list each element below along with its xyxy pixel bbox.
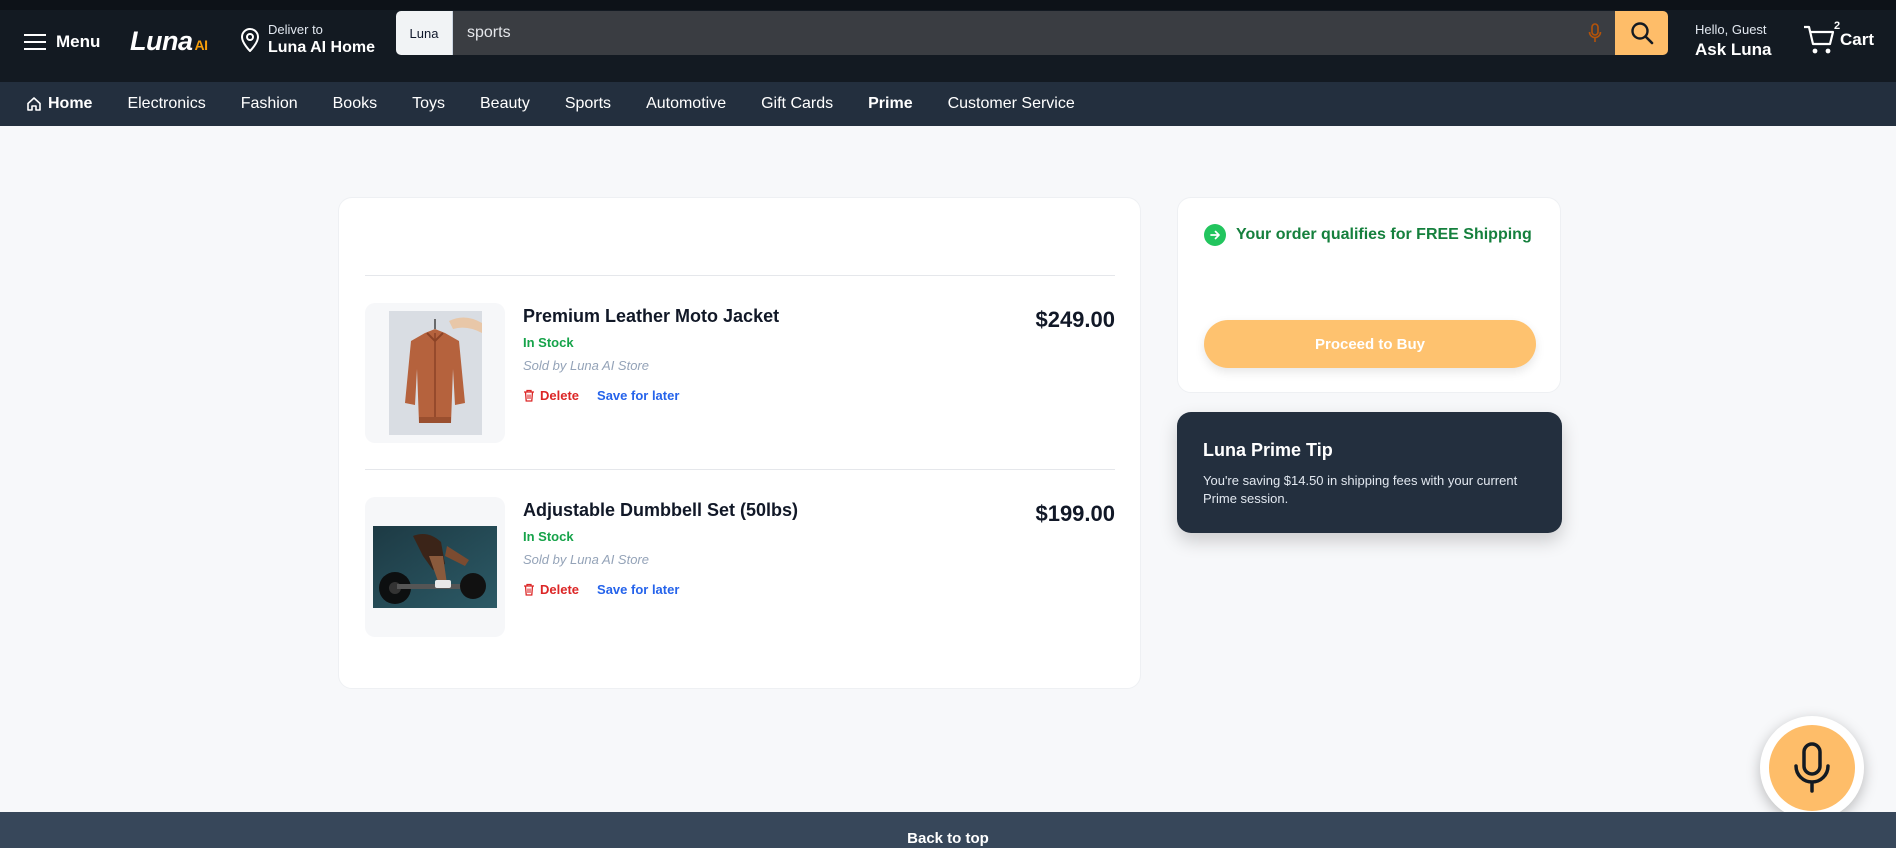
deliver-location: Luna AI Home <box>268 39 375 56</box>
deliver-to[interactable]: Deliver to Luna AI Home <box>240 22 375 57</box>
item-title[interactable]: Premium Leather Moto Jacket <box>523 306 779 327</box>
menu-label: Menu <box>56 32 101 51</box>
logo-suffix: AI <box>194 37 209 53</box>
item-price: $199.00 <box>1035 501 1115 526</box>
cart-label: Cart <box>1840 30 1875 49</box>
item-title[interactable]: Adjustable Dumbbell Set (50lbs) <box>523 500 798 521</box>
logo-text: Luna <box>130 26 193 56</box>
product-image-jacket[interactable] <box>365 303 505 443</box>
nav-item-customer-service[interactable]: Customer Service <box>948 95 1075 113</box>
microphone-icon <box>1794 742 1830 793</box>
home-icon <box>27 97 41 111</box>
search-bar: Luna <box>396 11 1668 55</box>
nav-item-fashion[interactable]: Fashion <box>241 95 298 113</box>
location-pin-icon <box>240 27 260 52</box>
stock-status: In Stock <box>523 335 574 350</box>
nav-item-gift-cards[interactable]: Gift Cards <box>761 95 833 113</box>
back-to-top-bar[interactable]: Back to top <box>0 812 1896 848</box>
account-menu[interactable]: Hello, Guest Ask Luna <box>1695 22 1772 60</box>
order-summary: Your order qualifies for FREE Shipping P… <box>1177 197 1561 393</box>
product-image-dumbbell[interactable] <box>365 497 505 637</box>
category-nav: Home Electronics Fashion Books Toys Beau… <box>0 82 1896 126</box>
search-scope-select[interactable]: Luna <box>396 11 453 55</box>
item-price: $249.00 <box>1035 307 1115 332</box>
site-logo[interactable]: Luna AI <box>130 26 208 57</box>
top-header: Menu Luna AI Deliver to Luna AI Home Luna… <box>0 0 1896 82</box>
stock-status: In Stock <box>523 529 574 544</box>
trash-icon <box>524 583 534 596</box>
delete-label: Delete <box>540 582 580 597</box>
nav-item-toys[interactable]: Toys <box>412 95 445 113</box>
save-for-later-button[interactable]: Save for later <box>597 582 679 597</box>
item-actions: Delete Save for later <box>523 582 798 597</box>
delete-label: Delete <box>540 388 580 403</box>
search-icon <box>1630 22 1653 45</box>
save-for-later-button[interactable]: Save for later <box>597 388 679 403</box>
cart-icon <box>1804 25 1835 54</box>
arrow-right-icon <box>1204 224 1226 246</box>
item-info: Adjustable Dumbbell Set (50lbs) In Stock… <box>523 500 798 597</box>
cart-button[interactable]: 2 Cart <box>1802 20 1875 56</box>
account-greeting: Hello, Guest <box>1695 22 1767 37</box>
account-action: Ask Luna <box>1695 40 1772 59</box>
deliver-label: Deliver to <box>268 22 323 37</box>
delete-button[interactable]: Delete <box>523 388 579 403</box>
nav-item-electronics[interactable]: Electronics <box>127 95 205 113</box>
nav-item-beauty[interactable]: Beauty <box>480 95 530 113</box>
cart-items-panel: Premium Leather Moto Jacket In Stock Sol… <box>338 197 1141 689</box>
tip-body: You're saving $14.50 in shipping fees wi… <box>1203 473 1518 506</box>
search-input[interactable] <box>453 11 1575 55</box>
divider <box>365 275 1115 276</box>
hamburger-icon <box>24 34 46 50</box>
free-shipping-text: Your order qualifies for FREE Shipping <box>1236 226 1532 243</box>
cart-count-badge: 2 <box>1832 20 1843 32</box>
cart-item: Premium Leather Moto Jacket In Stock Sol… <box>365 303 1115 443</box>
nav-item-books[interactable]: Books <box>333 95 377 113</box>
microphone-icon <box>1588 23 1602 42</box>
dumbbell-image <box>373 526 497 608</box>
free-shipping-notice: Your order qualifies for FREE Shipping <box>1204 224 1532 246</box>
trash-icon <box>524 389 534 402</box>
delete-button[interactable]: Delete <box>523 582 579 597</box>
back-to-top-label: Back to top <box>907 830 989 847</box>
item-info: Premium Leather Moto Jacket In Stock Sol… <box>523 306 779 403</box>
nav-item-prime[interactable]: Prime <box>868 95 912 113</box>
jacket-image <box>388 311 482 435</box>
voice-button-inner <box>1769 725 1855 811</box>
menu-button[interactable]: Menu <box>24 30 100 54</box>
tip-title: Luna Prime Tip <box>1203 440 1333 460</box>
voice-assistant-button[interactable] <box>1760 716 1864 820</box>
cart-item: Adjustable Dumbbell Set (50lbs) In Stock… <box>365 497 1115 637</box>
seller-label: Sold by Luna AI Store <box>523 358 649 373</box>
divider <box>365 469 1115 470</box>
search-mic-button[interactable] <box>1575 11 1615 55</box>
nav-item-automotive[interactable]: Automotive <box>646 95 726 113</box>
nav-item-home[interactable]: Home <box>26 95 92 113</box>
proceed-to-buy-button[interactable]: Proceed to Buy <box>1204 320 1536 368</box>
item-actions: Delete Save for later <box>523 388 779 403</box>
prime-tip-card: Luna Prime Tip You're saving $14.50 in s… <box>1177 412 1562 533</box>
nav-item-sports[interactable]: Sports <box>565 95 611 113</box>
nav-label: Home <box>48 95 93 112</box>
seller-label: Sold by Luna AI Store <box>523 552 649 567</box>
search-button[interactable] <box>1615 11 1668 55</box>
